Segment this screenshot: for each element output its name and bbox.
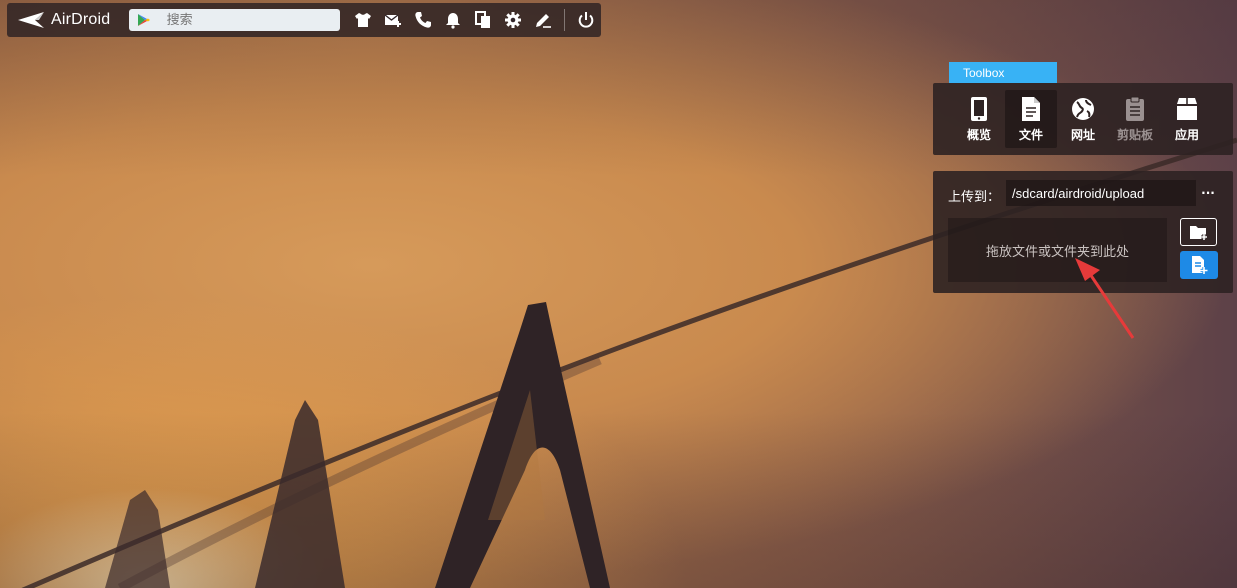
file-add-icon <box>1192 256 1208 274</box>
top-toolbar <box>348 5 601 35</box>
folder-add-icon <box>1189 226 1207 240</box>
drop-zone[interactable]: 拖放文件或文件夹到此处 <box>948 218 1167 282</box>
toolbox-item-label: 概览 <box>966 127 991 142</box>
search-input[interactable] <box>164 11 339 29</box>
toolbox-item-label: 应用 <box>1174 127 1199 142</box>
app-name: AirDroid <box>51 11 111 28</box>
globe-icon <box>1072 97 1094 120</box>
google-play-icon <box>137 14 150 26</box>
toolbox-panel: 概览 文件 网址 剪贴板 应用 <box>933 83 1233 155</box>
phone-device-icon <box>971 96 987 121</box>
airdroid-logo-icon <box>18 12 44 28</box>
mail-add-icon[interactable] <box>378 5 408 35</box>
apps-icon <box>1177 97 1197 120</box>
top-bar: AirDroid <box>7 3 601 37</box>
gear-icon[interactable] <box>498 5 528 35</box>
brand[interactable]: AirDroid <box>17 11 129 29</box>
upload-file-button[interactable] <box>1180 251 1218 279</box>
pen-icon[interactable] <box>528 5 558 35</box>
more-button[interactable]: ··· <box>1197 180 1219 206</box>
toolbox-item-label: 剪贴板 <box>1116 127 1153 142</box>
upload-folder-button[interactable] <box>1180 218 1217 246</box>
toolbox-item-label: 文件 <box>1018 127 1043 142</box>
toolbox-tab[interactable]: Toolbox <box>949 62 1057 83</box>
toolbox-item-label: 网址 <box>1070 127 1095 142</box>
toolbar-divider <box>564 9 565 31</box>
upload-path-field[interactable]: /sdcard/airdroid/upload <box>1006 180 1196 206</box>
search-box[interactable] <box>128 9 340 31</box>
bell-icon[interactable] <box>438 5 468 35</box>
file-icon <box>1022 96 1040 121</box>
clipboard-icon <box>1126 96 1144 121</box>
toolbox-item-clipboard[interactable]: 剪贴板 <box>1109 90 1161 148</box>
toolbox-item-url[interactable]: 网址 <box>1057 90 1109 148</box>
toolbox-item-overview[interactable]: 概览 <box>953 90 1005 148</box>
phone-icon[interactable] <box>408 5 438 35</box>
copy-icon[interactable] <box>468 5 498 35</box>
upload-to-label: 上传到： <box>948 190 1001 205</box>
shirt-icon[interactable] <box>348 5 378 35</box>
toolbox-item-files[interactable]: 文件 <box>1005 90 1057 148</box>
upload-panel: 上传到： /sdcard/airdroid/upload ··· 拖放文件或文件… <box>933 171 1233 293</box>
power-icon[interactable] <box>571 5 601 35</box>
toolbox-item-apps[interactable]: 应用 <box>1161 90 1213 148</box>
